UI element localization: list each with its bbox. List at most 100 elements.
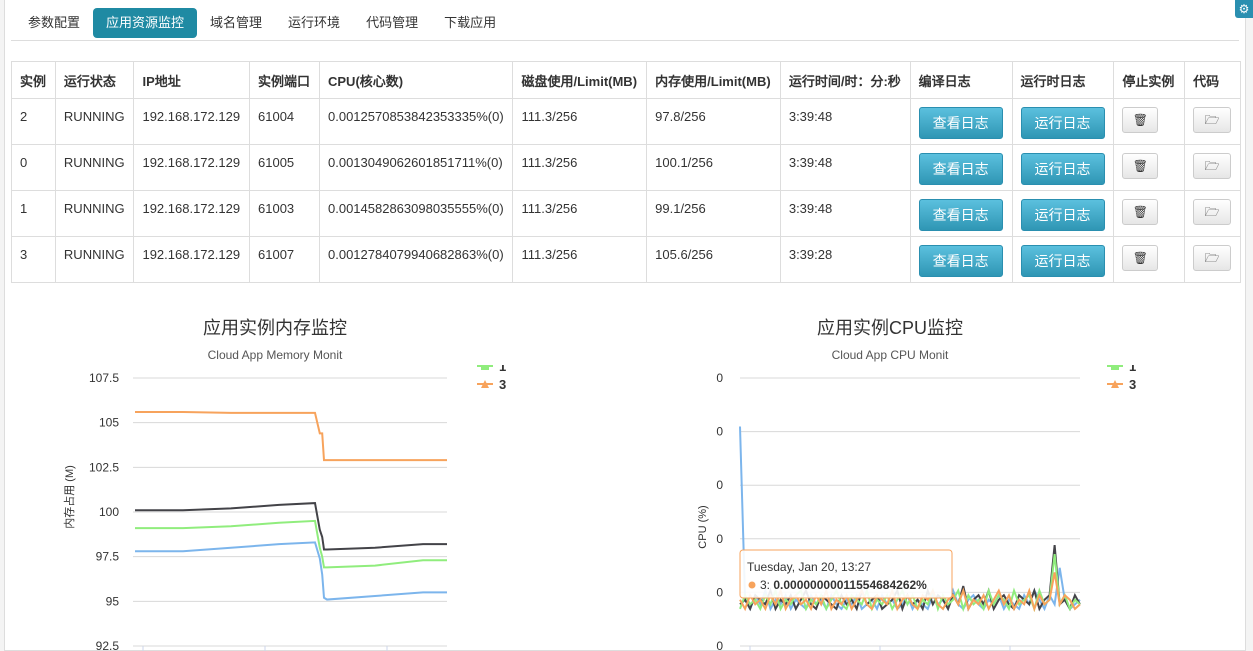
series-line-2: [135, 541, 447, 601]
column-header: 停止实例: [1113, 61, 1186, 99]
open-code-folder-icon-cell: 🗁: [1184, 190, 1241, 237]
cpu-chart-title: 应用实例CPU监控: [816, 318, 963, 338]
cell-instance: 2: [11, 98, 56, 145]
view-compile-log-button-cell: 查看日志: [909, 98, 1013, 145]
y-axis-label: 内存占用 (M): [62, 465, 76, 529]
cell-cpu: 0.0013049062601851711%(0): [318, 144, 514, 191]
tab-4[interactable]: 代码管理: [353, 8, 431, 38]
view-compile-log-button[interactable]: 查看日志: [918, 107, 1003, 139]
cell-status: RUNNING: [54, 236, 135, 283]
y-tick-label: 0: [716, 425, 723, 439]
y-tick-label: 0: [716, 639, 723, 651]
stop-instance-trash-icon[interactable]: 🗑: [1122, 199, 1159, 225]
column-header: 运行时间/时：分:秒: [779, 61, 911, 99]
y-tick-label: 0: [716, 585, 723, 599]
y-tick-label: 0: [716, 478, 723, 492]
cell-ip: 192.168.172.129: [133, 98, 251, 145]
view-runtime-log-button-cell: 运行日志: [1011, 236, 1115, 283]
chart-tooltip: Tuesday, Jan 20, 13:27 3: 0.0000000001155…: [739, 549, 953, 599]
column-header: 运行状态: [54, 61, 135, 99]
cell-instance: 0: [11, 144, 56, 191]
cell-status: RUNNING: [54, 98, 135, 145]
cell-port: 61003: [249, 190, 320, 237]
view-compile-log-button[interactable]: 查看日志: [918, 153, 1003, 185]
table-header-row: 实例 运行状态 IP地址 实例端口 CPU(核心数) 磁盘使用/Limit(MB) 内存使用…: [11, 61, 1241, 99]
cell-uptime: 3:39:48: [779, 144, 911, 191]
view-runtime-log-button[interactable]: 运行日志: [1020, 199, 1105, 231]
memory-chart: 107.5105102.510097.59592.5内存占用 (M)2013: [62, 365, 506, 651]
open-code-folder-icon[interactable]: 🗁: [1193, 199, 1232, 225]
view-runtime-log-button-cell: 运行日志: [1011, 98, 1115, 145]
cell-instance: 1: [11, 190, 56, 237]
memory-chart-title: 应用实例内存监控: [203, 318, 347, 338]
y-tick-label: 100: [99, 505, 119, 519]
open-code-folder-icon-cell: 🗁: [1184, 144, 1241, 191]
tooltip-date: Tuesday, Jan 20, 13:27: [747, 560, 871, 574]
tooltip-prefix: 3:: [760, 578, 773, 592]
view-compile-log-button-cell: 查看日志: [909, 144, 1013, 191]
stop-instance-trash-icon-cell: 🗑: [1113, 144, 1186, 191]
y-tick-label: 0: [716, 532, 723, 546]
legend-label-3: 3: [499, 377, 506, 392]
instance-table: 实例 运行状态 IP地址 实例端口 CPU(核心数) 磁盘使用/Limit(MB) 内存使用…: [11, 61, 1241, 283]
main-panel: 参数配置 应用资源监控 域名管理 运行环境 代码管理 下载应用 实例 运行状态 IP地址 实例端…: [4, 0, 1246, 651]
open-code-folder-icon[interactable]: 🗁: [1193, 245, 1232, 271]
y-tick-label: 95: [106, 594, 120, 608]
cell-mem: 97.8/256: [646, 98, 781, 145]
legend-marker-1: [1111, 365, 1119, 370]
legend-marker-1: [481, 365, 489, 370]
column-header: 实例端口: [249, 61, 320, 99]
view-runtime-log-button[interactable]: 运行日志: [1020, 107, 1105, 139]
legend-label-3: 3: [1129, 377, 1136, 392]
tab-1[interactable]: 应用资源监控: [93, 8, 198, 38]
view-compile-log-button[interactable]: 查看日志: [918, 245, 1003, 277]
open-code-folder-icon-cell: 🗁: [1184, 98, 1241, 145]
column-header: 内存使用/Limit(MB): [646, 61, 781, 99]
cell-disk: 111.3/256: [512, 98, 648, 145]
column-header: 编译日志: [909, 61, 1013, 99]
cell-port: 61007: [249, 236, 320, 283]
series-line-0: [135, 502, 447, 551]
stop-instance-trash-icon-cell: 🗑: [1113, 190, 1186, 237]
y-tick-label: 0: [716, 371, 723, 385]
view-runtime-log-button-cell: 运行日志: [1011, 190, 1115, 237]
tab-5[interactable]: 下载应用: [431, 8, 509, 38]
cell-disk: 111.3/256: [512, 144, 648, 191]
settings-gear-icon[interactable]: ⚙: [1235, 0, 1253, 18]
cell-mem: 99.1/256: [646, 190, 781, 237]
memory-chart-subtitle: Cloud App Memory Monit: [207, 348, 343, 362]
cell-ip: 192.168.172.129: [133, 144, 251, 191]
column-header: 实例: [11, 61, 56, 99]
cpu-chart-subtitle: Cloud App CPU Monit: [831, 348, 949, 362]
open-code-folder-icon[interactable]: 🗁: [1193, 153, 1232, 179]
cell-port: 61004: [249, 98, 320, 145]
cell-cpu: 0.0012784079940682863%(0): [318, 236, 514, 283]
column-header: IP地址: [133, 61, 251, 99]
cell-status: RUNNING: [54, 144, 135, 191]
series-line-3: [135, 410, 447, 462]
view-runtime-log-button[interactable]: 运行日志: [1020, 245, 1105, 277]
y-axis-label: CPU (%): [697, 505, 709, 548]
cell-port: 61005: [249, 144, 320, 191]
open-code-folder-icon[interactable]: 🗁: [1193, 107, 1232, 133]
y-tick-label: 97.5: [96, 550, 120, 564]
view-compile-log-button[interactable]: 查看日志: [918, 199, 1003, 231]
view-compile-log-button-cell: 查看日志: [909, 236, 1013, 283]
tab-2[interactable]: 域名管理: [197, 8, 275, 38]
y-tick-label: 105: [99, 416, 119, 430]
tab-divider: [11, 40, 1239, 41]
cell-uptime: 3:39:48: [779, 190, 911, 237]
tab-3[interactable]: 运行环境: [275, 8, 353, 38]
column-header: 磁盘使用/Limit(MB): [512, 61, 648, 99]
stop-instance-trash-icon[interactable]: 🗑: [1122, 153, 1159, 179]
cell-disk: 111.3/256: [512, 236, 648, 283]
tab-0[interactable]: 参数配置: [15, 8, 93, 38]
cell-mem: 105.6/256: [646, 236, 781, 283]
cell-ip: 192.168.172.129: [133, 236, 251, 283]
cell-mem: 100.1/256: [646, 144, 781, 191]
stop-instance-trash-icon[interactable]: 🗑: [1122, 107, 1159, 133]
view-runtime-log-button[interactable]: 运行日志: [1020, 153, 1105, 185]
y-tick-label: 102.5: [89, 460, 119, 474]
stop-instance-trash-icon[interactable]: 🗑: [1122, 245, 1159, 271]
column-header: 代码: [1184, 61, 1241, 99]
